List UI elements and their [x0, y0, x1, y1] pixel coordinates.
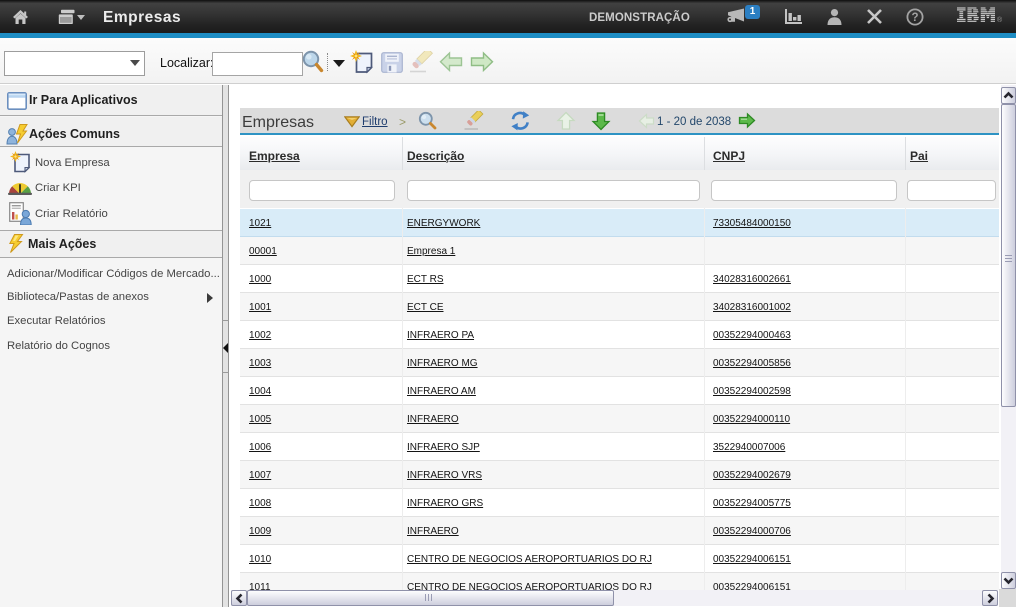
svg-text:?: ?	[911, 12, 918, 24]
